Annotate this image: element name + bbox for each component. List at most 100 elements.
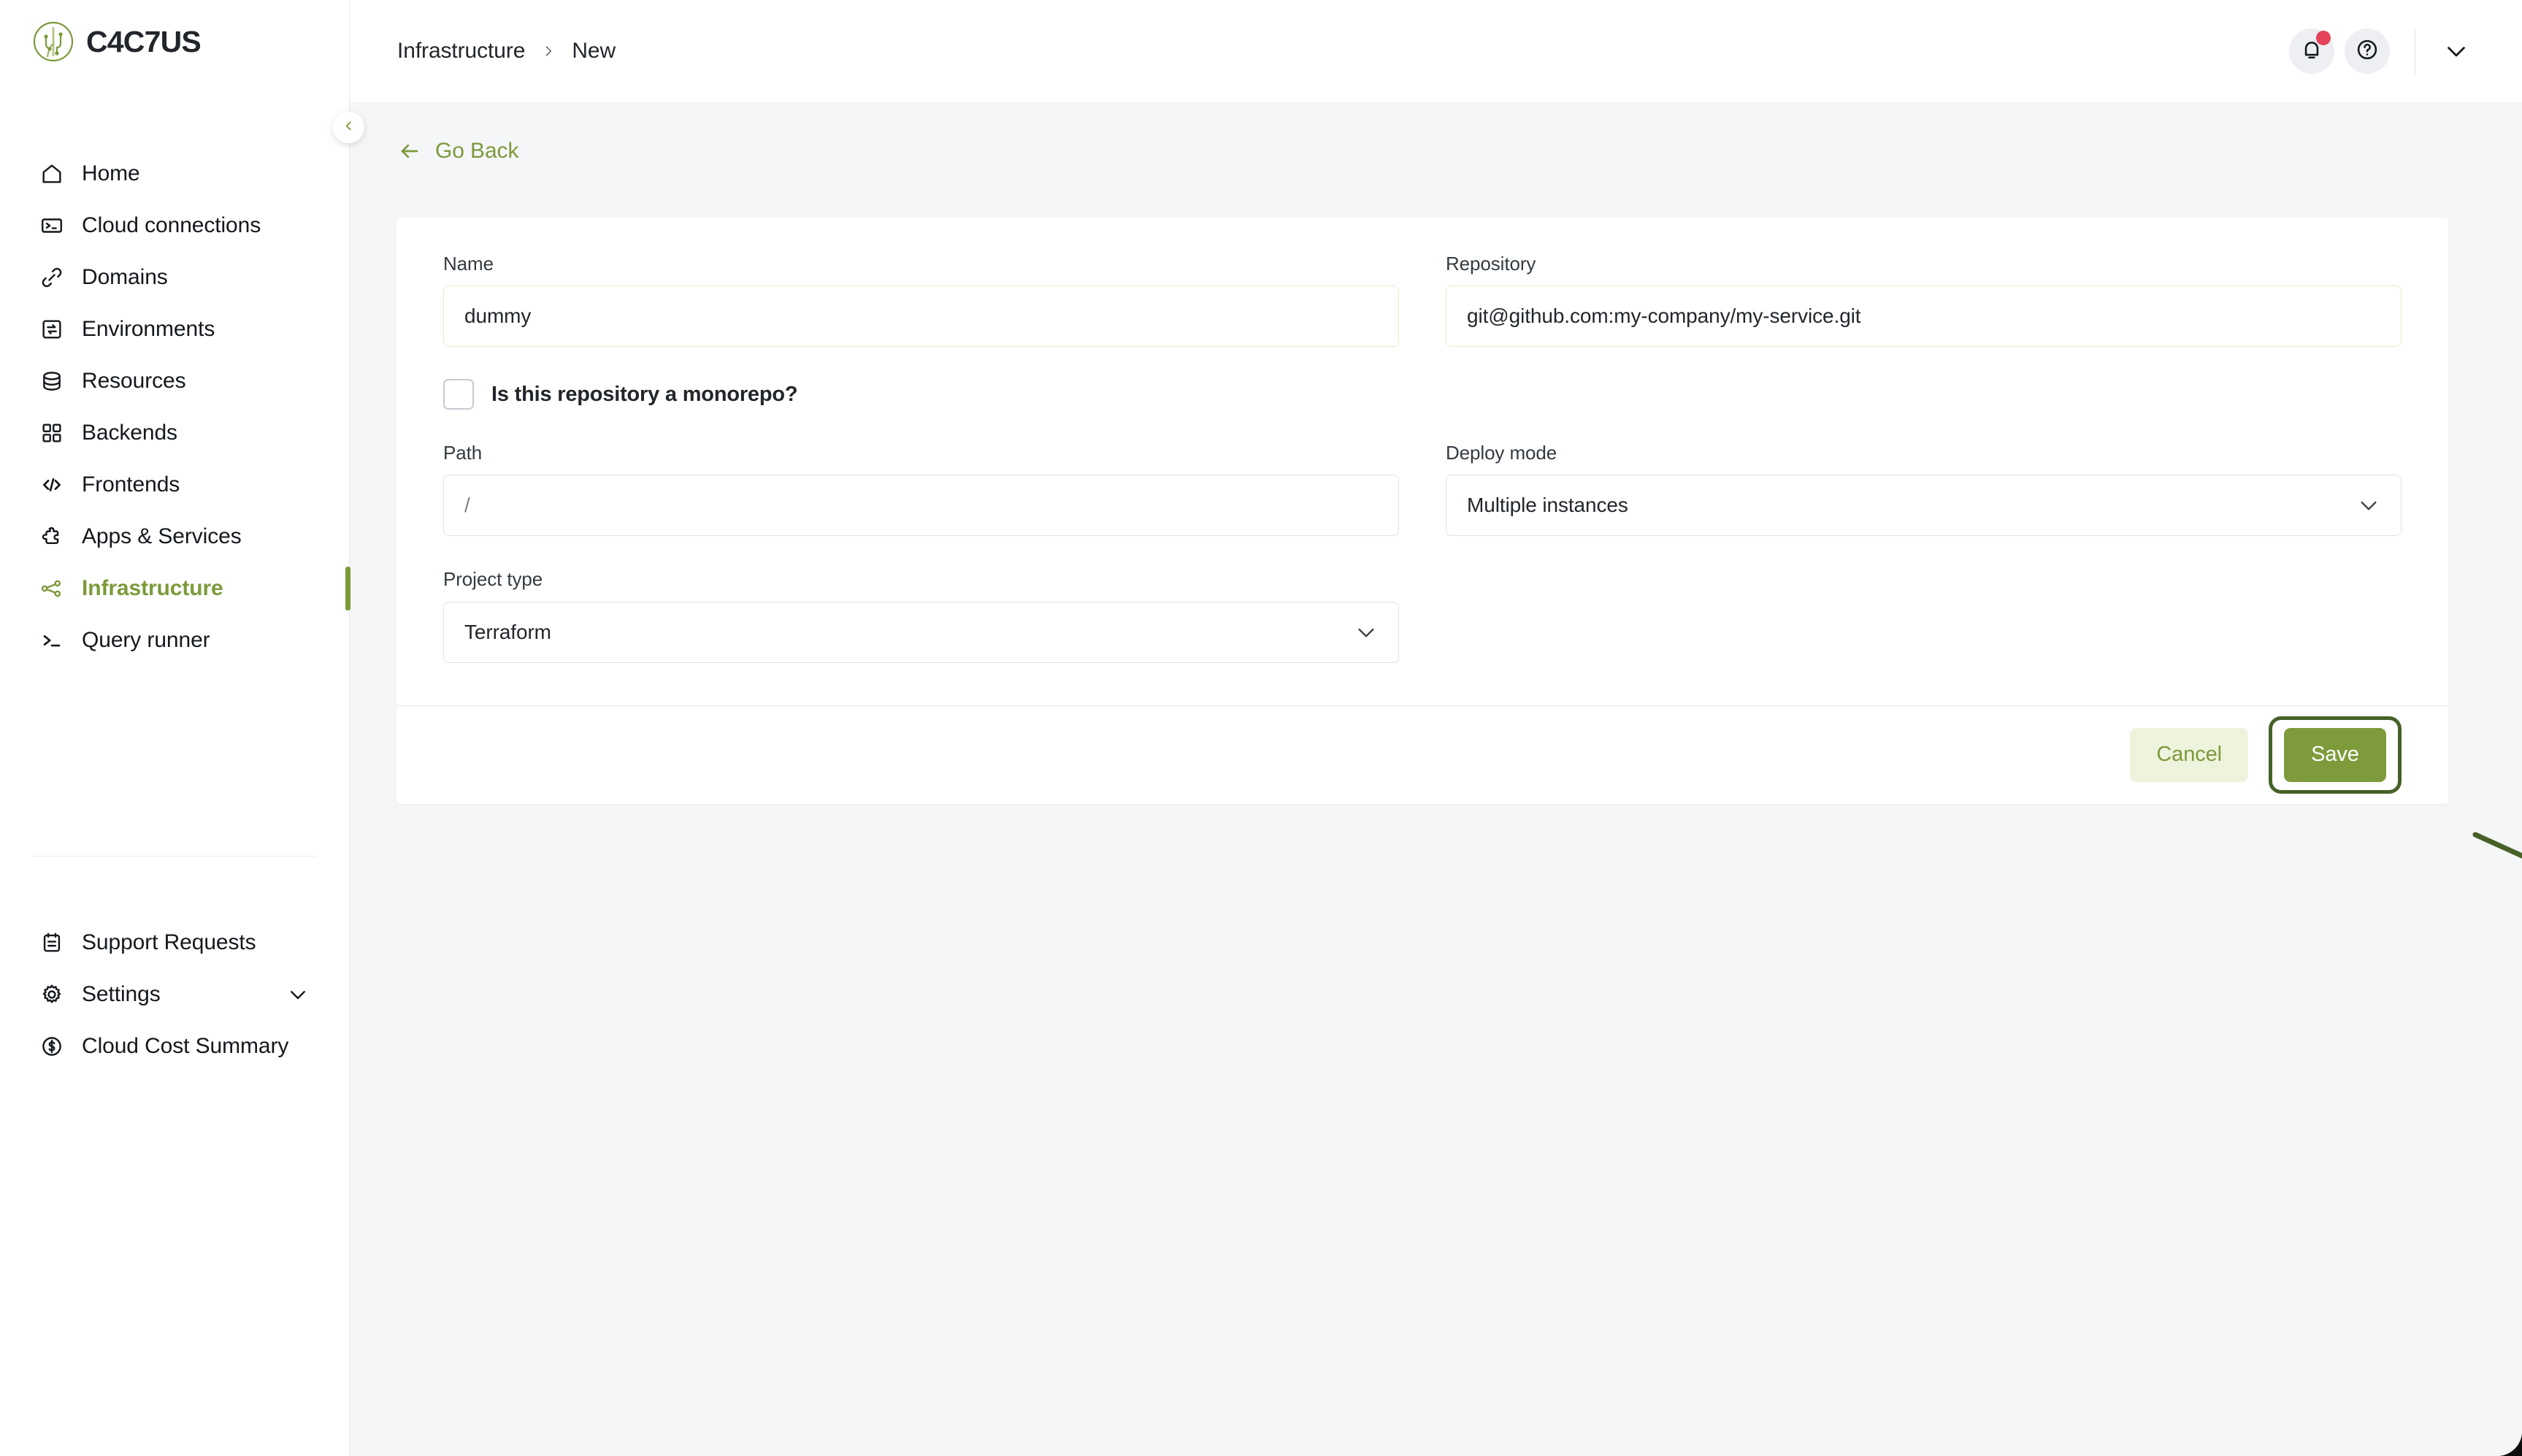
chevron-left-icon — [342, 120, 355, 136]
form-row-spacer — [443, 536, 2402, 568]
deploy-mode-label: Deploy mode — [1446, 442, 1557, 464]
sidebar-nav-secondary: Support Requests Settings Cloud Cost Sum… — [0, 916, 350, 1072]
brand-logo[interactable]: C4C7US — [32, 20, 202, 63]
sidebar-item-label: Environments — [82, 316, 215, 341]
notification-badge — [2316, 31, 2331, 45]
cancel-button[interactable]: Cancel — [2130, 727, 2248, 782]
swap-box-icon — [39, 317, 64, 342]
chevron-down-icon — [2357, 494, 2380, 517]
save-button-highlight: Save — [2269, 716, 2402, 794]
monorepo-checkbox-row[interactable]: Is this repository a monorepo? — [443, 379, 2402, 410]
project-type-select[interactable]: Terraform — [443, 601, 1399, 663]
form-row-1: Name dummy Repository git@github.com:my-… — [443, 253, 2402, 348]
chevron-down-icon[interactable] — [287, 984, 309, 1005]
sidebar-nav-primary: Home Cloud connections Domains Environme… — [0, 147, 350, 666]
form-row-3-empty — [1446, 568, 2402, 662]
repository-field-group: Repository git@github.com:my-company/my-… — [1446, 253, 2402, 348]
main-content: Go Back Name dummy Repository git@github… — [350, 102, 2522, 1456]
dollar-circle-icon — [39, 1034, 64, 1059]
code-brackets-icon — [39, 472, 64, 497]
sidebar-item-label: Infrastructure — [82, 575, 223, 600]
sidebar-item-label: Support Requests — [82, 930, 256, 954]
form-body: Name dummy Repository git@github.com:my-… — [396, 218, 2448, 705]
database-icon — [39, 369, 64, 394]
project-type-label: Project type — [443, 568, 543, 591]
help-button[interactable] — [2345, 28, 2390, 74]
clipboard-icon — [39, 930, 64, 955]
puzzle-piece-icon — [39, 524, 64, 549]
sidebar-item-home[interactable]: Home — [0, 147, 350, 199]
breadcrumb: Infrastructure New — [397, 39, 616, 64]
deploy-mode-select[interactable]: Multiple instances — [1446, 475, 2402, 537]
sidebar-item-label: Backends — [82, 420, 177, 445]
sidebar-item-cloud-connections[interactable]: Cloud connections — [0, 199, 350, 251]
sidebar-item-frontends[interactable]: Frontends — [0, 459, 350, 510]
account-menu-button[interactable] — [2443, 38, 2469, 64]
sidebar-item-label: Settings — [82, 981, 161, 1006]
repository-label: Repository — [1446, 253, 1536, 275]
sidebar-item-label: Cloud Cost Summary — [82, 1033, 289, 1058]
form-row-2: Path / Deploy mode Multiple instances — [443, 442, 2402, 537]
cactus-circle-logo-icon — [32, 20, 74, 63]
question-circle-icon — [2355, 37, 2380, 66]
chevron-down-icon — [1354, 621, 1378, 644]
sidebar-item-resources[interactable]: Resources — [0, 355, 350, 407]
arrow-left-icon — [397, 139, 422, 164]
sidebar-item-domains[interactable]: Domains — [0, 251, 350, 303]
annotation-arrow — [2471, 829, 2522, 924]
project-type-field-group: Project type Terraform — [443, 568, 1399, 663]
sidebar-item-label: Query runner — [82, 627, 210, 652]
breadcrumb-item-new[interactable]: New — [572, 39, 616, 64]
form-footer: Cancel Save — [396, 705, 2448, 804]
breadcrumb-item-infrastructure[interactable]: Infrastructure — [397, 39, 525, 64]
name-input-value: dummy — [464, 304, 532, 328]
name-input[interactable]: dummy — [443, 286, 1399, 348]
path-input-placeholder: / — [464, 494, 470, 517]
repository-input[interactable]: git@github.com:my-company/my-service.git — [1446, 286, 2402, 348]
path-input[interactable]: / — [443, 475, 1399, 537]
top-bar: Infrastructure New — [350, 0, 2522, 102]
gear-icon — [39, 982, 64, 1007]
sidebar: C4C7US Home Cloud connections Domains En… — [0, 0, 364, 1456]
sidebar-item-label: Home — [82, 161, 140, 185]
path-field-group: Path / — [443, 442, 1399, 537]
go-back-button[interactable]: Go Back — [397, 139, 518, 164]
sidebar-item-label: Domains — [82, 264, 168, 289]
save-button[interactable]: Save — [2284, 727, 2386, 782]
name-label: Name — [443, 253, 494, 275]
link-icon — [39, 265, 64, 290]
name-field-group: Name dummy — [443, 253, 1399, 348]
monorepo-checkbox[interactable] — [443, 379, 474, 410]
grid-squares-icon — [39, 421, 64, 445]
sidebar-item-apps-services[interactable]: Apps & Services — [0, 510, 350, 562]
sidebar-item-label: Frontends — [82, 472, 180, 497]
sidebar-item-cloud-cost-summary[interactable]: Cloud Cost Summary — [0, 1020, 350, 1072]
sidebar-collapse-button[interactable] — [333, 112, 364, 143]
brand-name: C4C7US — [86, 24, 202, 58]
terminal-box-icon — [39, 213, 64, 238]
sidebar-item-label: Cloud connections — [82, 212, 261, 237]
go-back-label: Go Back — [435, 139, 519, 163]
form-row-3: Project type Terraform — [443, 568, 2402, 663]
sidebar-item-infrastructure[interactable]: Infrastructure — [0, 562, 350, 614]
chevron-down-icon — [2443, 47, 2469, 67]
sidebar-item-label: Resources — [82, 368, 186, 393]
infrastructure-form-card: Name dummy Repository git@github.com:my-… — [396, 218, 2448, 804]
home-icon — [39, 161, 64, 186]
notifications-button[interactable] — [2289, 28, 2334, 74]
project-type-value: Terraform — [464, 620, 551, 643]
sidebar-item-query-runner[interactable]: Query runner — [0, 614, 350, 666]
app-root: C4C7US Home Cloud connections Domains En… — [0, 0, 2522, 1456]
sidebar-item-environments[interactable]: Environments — [0, 303, 350, 355]
sidebar-item-backends[interactable]: Backends — [0, 407, 350, 459]
sidebar-item-settings[interactable]: Settings — [0, 968, 350, 1020]
nodes-graph-icon — [39, 576, 64, 601]
repository-input-value: git@github.com:my-company/my-service.git — [1467, 304, 1861, 328]
path-label: Path — [443, 442, 483, 464]
monorepo-label: Is this repository a monorepo? — [491, 382, 798, 406]
sidebar-item-support-requests[interactable]: Support Requests — [0, 916, 350, 968]
deploy-mode-field-group: Deploy mode Multiple instances — [1446, 442, 2402, 537]
sidebar-item-label: Apps & Services — [82, 524, 242, 548]
terminal-prompt-icon — [39, 628, 64, 653]
chevron-right-icon — [541, 41, 556, 61]
